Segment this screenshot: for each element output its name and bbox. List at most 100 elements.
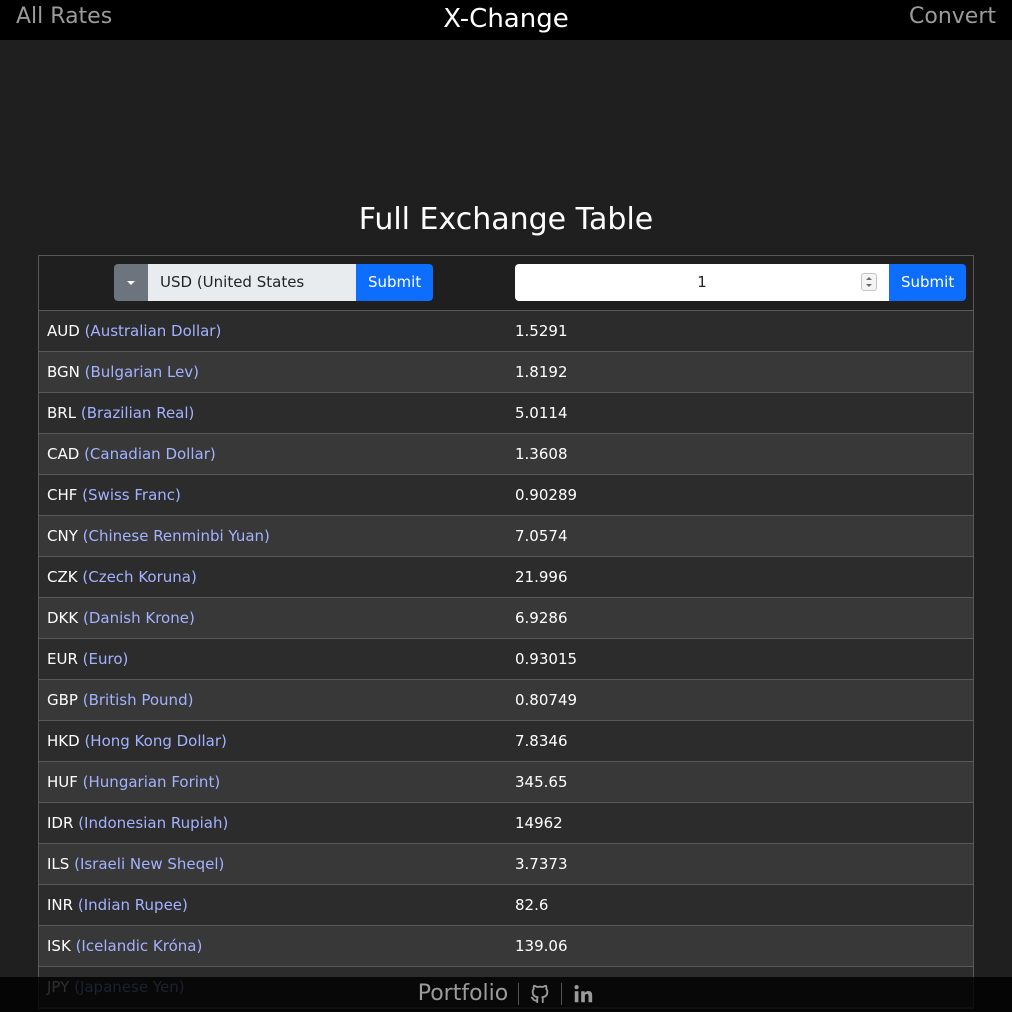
table-row: DKK (Danish Krone) 6.9286	[39, 598, 973, 639]
currency-name-link[interactable]: (Hungarian Forint)	[83, 773, 221, 791]
currency-code: EUR	[47, 650, 78, 668]
amount-stepper[interactable]	[861, 273, 877, 291]
rate-value: 5.0114	[515, 404, 568, 422]
amount-value: 1	[697, 273, 707, 291]
currency-code: HUF	[47, 773, 78, 791]
stepper-up-icon[interactable]	[866, 277, 872, 280]
currency-cell: CAD (Canadian Dollar)	[47, 434, 216, 474]
footer-divider	[518, 982, 520, 1005]
amount-group: 1 Submit	[515, 264, 967, 301]
controls-row: USD (United States Dollar) Submit 1 Subm…	[39, 256, 973, 328]
currency-code: HKD	[47, 732, 80, 750]
amount-submit-button[interactable]: Submit	[889, 264, 967, 301]
currency-cell: BRL (Brazilian Real)	[47, 393, 194, 433]
rate-value: 6.9286	[515, 609, 568, 627]
exchange-table: USD (United States Dollar) Submit 1 Subm…	[38, 255, 974, 1009]
table-row: BGN (Bulgarian Lev) 1.8192	[39, 352, 973, 393]
currency-code: INR	[47, 896, 74, 914]
rate-value: 0.80749	[515, 691, 578, 709]
currency-name-link[interactable]: (Brazilian Real)	[81, 404, 195, 422]
currency-dropdown-button[interactable]	[114, 264, 148, 301]
rate-value: 21.996	[515, 568, 568, 586]
currency-name-link[interactable]: (Israeli New Sheqel)	[74, 855, 224, 873]
rate-value: 1.8192	[515, 363, 568, 381]
currency-cell: DKK (Danish Krone)	[47, 598, 195, 638]
currency-name-link[interactable]: (Chinese Renminbi Yuan)	[83, 527, 270, 545]
currency-code: GBP	[47, 691, 78, 709]
currency-code: CAD	[47, 445, 80, 463]
table-row: INR (Indian Rupee) 82.6	[39, 885, 973, 926]
portfolio-link[interactable]: Portfolio	[418, 981, 509, 1006]
table-row: HUF (Hungarian Forint) 345.65	[39, 762, 973, 803]
rate-value: 0.93015	[515, 650, 578, 668]
table-row: BRL (Brazilian Real) 5.0114	[39, 393, 973, 434]
currency-name-link[interactable]: (Bulgarian Lev)	[85, 363, 199, 381]
base-currency-group: USD (United States Dollar) Submit	[114, 264, 434, 328]
table-row: HKD (Hong Kong Dollar) 7.8346	[39, 721, 973, 762]
page-title: Full Exchange Table	[358, 202, 654, 237]
currency-cell: CNY (Chinese Renminbi Yuan)	[47, 516, 270, 556]
currency-name-link[interactable]: (British Pound)	[83, 691, 194, 709]
currency-cell: AUD (Australian Dollar)	[47, 311, 221, 351]
footer: Portfolio	[0, 977, 1012, 1012]
currency-cell: CZK (Czech Koruna)	[47, 557, 197, 597]
currency-cell: ISK (Icelandic Króna)	[47, 926, 202, 966]
rate-value: 1.5291	[515, 322, 568, 340]
rate-value: 139.06	[515, 937, 568, 955]
nav-convert-link[interactable]: Convert	[909, 4, 996, 29]
currency-code: CHF	[47, 486, 78, 504]
rate-rows: AUD (Australian Dollar) 1.5291 BGN (Bulgar…	[39, 311, 973, 1008]
currency-cell: BGN (Bulgarian Lev)	[47, 352, 199, 392]
base-currency-submit-button[interactable]: Submit	[356, 264, 434, 301]
rate-value: 0.90289	[515, 486, 578, 504]
currency-name-link[interactable]: (Hong Kong Dollar)	[84, 732, 226, 750]
currency-name-link[interactable]: (Icelandic Króna)	[76, 937, 203, 955]
table-row: CNY (Chinese Renminbi Yuan) 7.0574	[39, 516, 973, 557]
github-icon[interactable]	[529, 983, 551, 1005]
currency-name-link[interactable]: (Swiss Franc)	[82, 486, 181, 504]
brand-title[interactable]: X-Change	[0, 4, 1012, 34]
table-row: CHF (Swiss Franc) 0.90289	[39, 475, 973, 516]
table-row: CAD (Canadian Dollar) 1.3608	[39, 434, 973, 475]
table-row: AUD (Australian Dollar) 1.5291	[39, 311, 973, 352]
table-row: ILS (Israeli New Sheqel) 3.7373	[39, 844, 973, 885]
rate-value: 14962	[515, 814, 563, 832]
rate-value: 1.3608	[515, 445, 568, 463]
currency-cell: HKD (Hong Kong Dollar)	[47, 721, 227, 761]
rate-value: 7.0574	[515, 527, 568, 545]
currency-code: DKK	[47, 609, 79, 627]
currency-code: CZK	[47, 568, 78, 586]
stepper-down-icon[interactable]	[866, 284, 872, 287]
currency-name-link[interactable]: (Euro)	[83, 650, 129, 668]
currency-code: BRL	[47, 404, 77, 422]
currency-name-link[interactable]: (Canadian Dollar)	[84, 445, 216, 463]
currency-cell: IDR (Indonesian Rupiah)	[47, 803, 228, 843]
footer-links: Portfolio	[0, 981, 1012, 1006]
rate-value: 82.6	[515, 896, 549, 914]
linkedin-icon[interactable]	[572, 983, 594, 1005]
currency-name-link[interactable]: (Czech Koruna)	[82, 568, 196, 586]
currency-cell: INR (Indian Rupee)	[47, 885, 188, 925]
table-row: ISK (Icelandic Króna) 139.06	[39, 926, 973, 967]
currency-name-link[interactable]: (Indian Rupee)	[78, 896, 188, 914]
footer-divider	[561, 982, 563, 1005]
table-row: GBP (British Pound) 0.80749	[39, 680, 973, 721]
currency-code: AUD	[47, 322, 80, 340]
table-row: CZK (Czech Koruna) 21.996	[39, 557, 973, 598]
currency-name-link[interactable]: (Danish Krone)	[83, 609, 195, 627]
currency-cell: EUR (Euro)	[47, 639, 128, 679]
currency-cell: HUF (Hungarian Forint)	[47, 762, 220, 802]
currency-code: CNY	[47, 527, 78, 545]
currency-name-link[interactable]: (Australian Dollar)	[85, 322, 222, 340]
currency-cell: GBP (British Pound)	[47, 680, 193, 720]
currency-code: ILS	[47, 855, 70, 873]
currency-code: IDR	[47, 814, 74, 832]
amount-input[interactable]: 1	[515, 264, 889, 301]
base-currency-field[interactable]: USD (United States Dollar)	[148, 264, 356, 328]
table-row: IDR (Indonesian Rupiah) 14962	[39, 803, 973, 844]
rate-value: 345.65	[515, 773, 568, 791]
currency-name-link[interactable]: (Indonesian Rupiah)	[78, 814, 228, 832]
rate-value: 7.8346	[515, 732, 568, 750]
navbar: All Rates X-Change Convert	[0, 0, 1012, 40]
currency-code: BGN	[47, 363, 80, 381]
